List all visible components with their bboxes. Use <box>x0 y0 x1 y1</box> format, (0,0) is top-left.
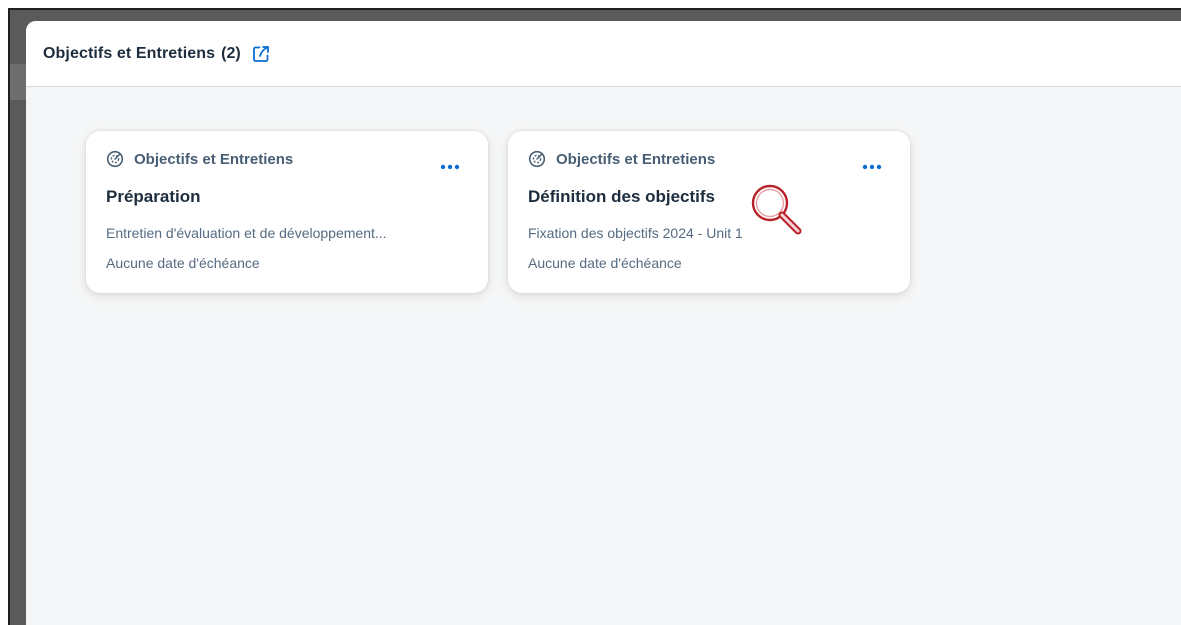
card-title: Définition des objectifs <box>528 187 716 206</box>
panel-count: (2) <box>221 44 241 62</box>
card-category: Objectifs et Entretiens <box>528 150 715 168</box>
target-gauge-icon <box>528 150 546 168</box>
outer-window-band <box>10 64 26 100</box>
task-card-definition-objectifs[interactable]: Objectifs et Entretiens Définition des o… <box>508 131 910 293</box>
card-description: Fixation des objectifs 2024 - Unit 1 <box>528 225 743 241</box>
task-card-preparation[interactable]: Objectifs et Entretiens Préparation Entr… <box>86 131 488 293</box>
card-title: Préparation <box>106 187 201 206</box>
objectives-panel: Objectifs et Entretiens (2) Objectifs et… <box>26 21 1181 625</box>
card-category-label: Objectifs et Entretiens <box>134 150 294 168</box>
screenshot-frame: Objectifs et Entretiens (2) Objectifs et… <box>0 0 1181 625</box>
card-category-label: Objectifs et Entretiens <box>556 150 716 168</box>
more-dots-icon[interactable] <box>438 159 462 175</box>
more-dots-icon[interactable] <box>860 159 884 175</box>
card-due-date: Aucune date d'échéance <box>528 255 682 271</box>
card-description: Entretien d'évaluation et de développeme… <box>106 225 387 241</box>
panel-title: Objectifs et Entretiens <box>43 44 216 62</box>
target-gauge-icon <box>106 150 124 168</box>
card-due-date: Aucune date d'échéance <box>106 255 260 271</box>
external-link-icon[interactable] <box>252 45 270 63</box>
panel-header: Objectifs et Entretiens (2) <box>26 21 1181 87</box>
card-category: Objectifs et Entretiens <box>106 150 293 168</box>
